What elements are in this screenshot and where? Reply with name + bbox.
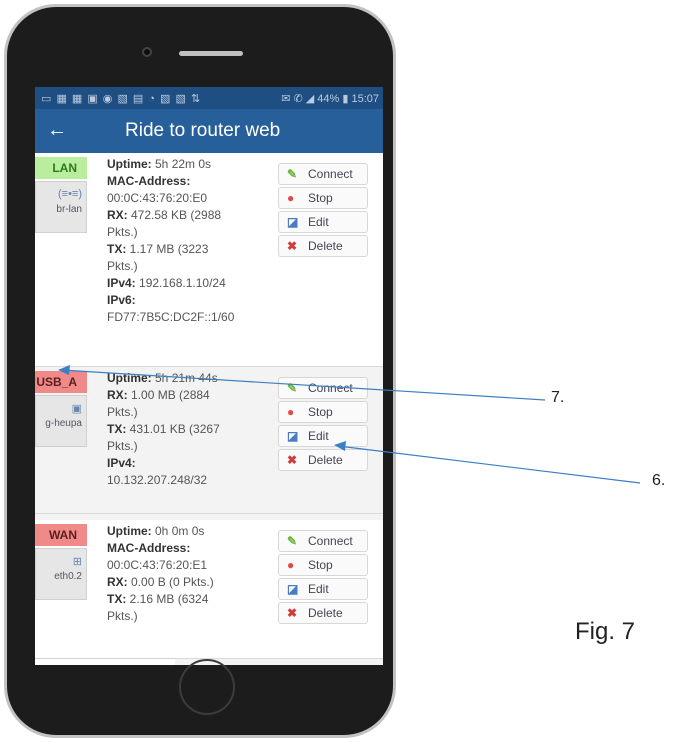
callout-label-6: 6.	[652, 472, 666, 489]
callout-line-7	[61, 369, 546, 401]
callout-line-6	[337, 445, 641, 484]
callout-arrowhead-6	[334, 441, 346, 451]
callout-lines	[58, 365, 641, 484]
figure-label: Fig. 7	[575, 618, 636, 645]
callout-label-7: 7.	[551, 389, 565, 406]
callout-arrowhead-7	[58, 365, 70, 375]
